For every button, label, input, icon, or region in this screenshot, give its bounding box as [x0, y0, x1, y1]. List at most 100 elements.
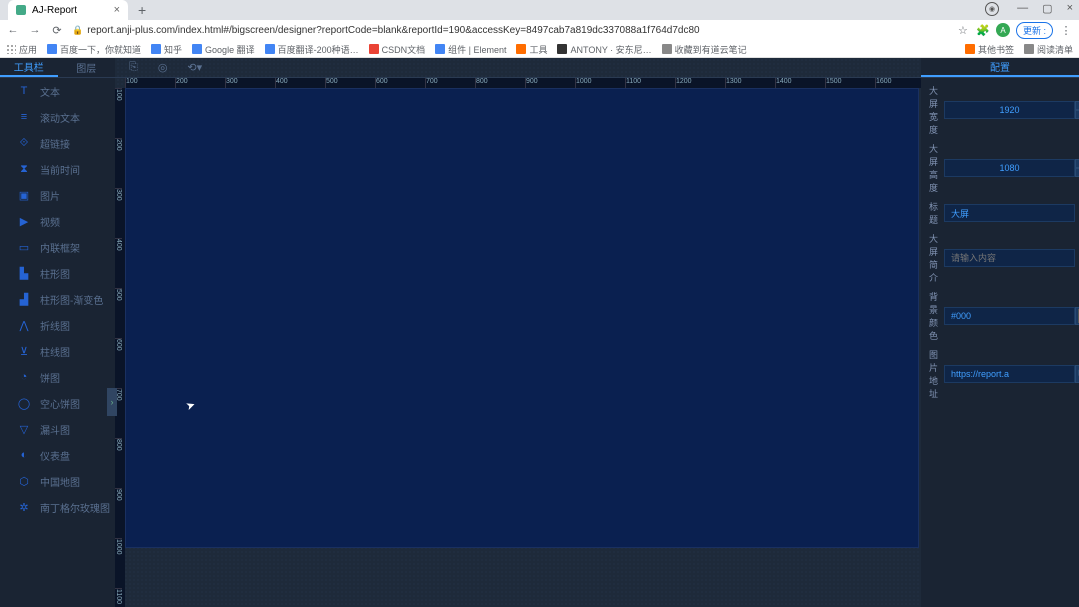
tool-label: 折线图 — [40, 318, 70, 333]
bookmark-item[interactable]: Google 翻译 — [192, 43, 255, 56]
bookmark-item[interactable]: 工具 — [516, 43, 547, 56]
tool-label: 视频 — [40, 214, 60, 229]
center-area: ⎘ ◎ ⟲▾ 100200300400500600700800900100011… — [115, 58, 921, 607]
bookmark-item[interactable]: CSDN文档 — [369, 43, 426, 56]
bookmark-item[interactable]: 其他书签 — [965, 43, 1014, 56]
step-up[interactable]: ▲ — [1075, 101, 1079, 110]
tab-toolbox[interactable]: 工具栏 — [0, 58, 58, 77]
height-input[interactable] — [944, 159, 1075, 177]
prop-label: 背景颜色 — [929, 290, 938, 342]
tool-label: 图片 — [40, 188, 60, 203]
tool-item[interactable]: ◔饼图 — [0, 364, 115, 390]
save-icon[interactable]: ⎘ — [129, 61, 138, 74]
bookmark-item[interactable]: 百度翻译-200种语… — [265, 43, 359, 56]
bookmark-item[interactable]: ANTONY · 安东尼… — [557, 43, 651, 56]
tool-item[interactable]: ⊻柱线图 — [0, 338, 115, 364]
desc-input[interactable] — [944, 249, 1075, 267]
prop-label: 大屏简介 — [929, 232, 938, 284]
title-input[interactable] — [944, 204, 1075, 222]
tool-item[interactable]: ⬡中国地图 — [0, 468, 115, 494]
tool-item[interactable]: ▣图片 — [0, 182, 115, 208]
tab-title: AJ-Report — [32, 5, 77, 16]
tool-item[interactable]: ▙柱形图 — [0, 260, 115, 286]
step-up[interactable]: ▲ — [1075, 159, 1079, 168]
tab-bar: AJ-Report × + — [0, 0, 1079, 20]
color-picker-button[interactable] — [1075, 307, 1079, 325]
tool-label: 漏斗图 — [40, 422, 70, 437]
tool-label: 柱形图 — [40, 266, 70, 281]
tool-item[interactable]: ▭内联框架 — [0, 234, 115, 260]
update-button[interactable]: 更新 : — [1016, 22, 1053, 39]
tab-config[interactable]: 配置 — [921, 58, 1079, 77]
tool-item[interactable]: ≡滚动文本 — [0, 104, 115, 130]
bookmark-item[interactable]: 组件 | Element — [435, 43, 506, 56]
tool-icon: ◯ — [18, 397, 30, 409]
tool-item[interactable]: ▶ 视频 — [0, 208, 115, 234]
prop-label: 大屏宽度 — [929, 84, 938, 136]
tool-icon: ⋀ — [18, 319, 30, 331]
minimize-button[interactable]: — — [1017, 2, 1028, 15]
ruler-horizontal: 1002003004005006007008009001000110012001… — [125, 78, 921, 88]
bookmark-item[interactable]: 收藏到有道云笔记 — [662, 43, 747, 56]
step-down[interactable]: ▼ — [1075, 110, 1079, 119]
reload-button[interactable]: ⟳ — [50, 24, 64, 37]
bookmarks-bar: 应用百度一下，你就知道知乎 Google 翻译百度翻译-200种语… CSDN文档组… — [0, 40, 1079, 58]
star-icon[interactable]: ☆ — [956, 23, 970, 37]
collapse-left-button[interactable]: › — [107, 388, 117, 416]
menu-icon[interactable]: ⋮ — [1059, 23, 1073, 37]
tool-item[interactable]: ◐仪表盘 — [0, 442, 115, 468]
prop-row-title: 标题 — [929, 200, 1071, 226]
tool-label: 南丁格尔玫瑰图 — [40, 500, 110, 515]
forward-button[interactable]: → — [28, 24, 42, 36]
bgcolor-input[interactable] — [944, 307, 1075, 325]
tool-item[interactable]: ⋀ 折线图 — [0, 312, 115, 338]
design-canvas[interactable]: ➤ — [125, 88, 919, 548]
prop-label: 大屏高度 — [929, 142, 938, 194]
url-bar[interactable]: 🔒 report.anji-plus.com/index.html#/bigsc… — [72, 25, 948, 36]
tool-item[interactable]: ⟐超链接 — [0, 130, 115, 156]
file-browse-button[interactable]: 🗁 — [1075, 365, 1079, 383]
extension-icon[interactable]: 🧩 — [976, 23, 990, 37]
close-tab-icon[interactable]: × — [114, 4, 120, 16]
prop-row-width: 大屏宽度▲▼ — [929, 84, 1071, 136]
right-tabs: 配置 — [921, 58, 1079, 78]
back-button[interactable]: ← — [6, 24, 20, 36]
tool-item[interactable]: T文本 — [0, 78, 115, 104]
prop-label: 图片地址 — [929, 348, 938, 400]
avatar-icon[interactable]: A — [996, 23, 1010, 37]
tool-icon: ⬡ — [18, 475, 30, 487]
media-control-icon[interactable]: ◉ — [985, 2, 999, 16]
tool-icon: ⊻ — [18, 345, 30, 357]
prop-row-desc: 大屏简介 — [929, 232, 1071, 284]
tool-icon: ◔ — [18, 371, 30, 383]
bookmark-item[interactable]: 百度一下，你就知道 — [47, 43, 141, 56]
tool-icon: ▽ — [18, 423, 30, 435]
bookmark-icon — [516, 44, 526, 54]
browser-tab[interactable]: AJ-Report × — [8, 0, 128, 20]
prop-label: 标题 — [929, 200, 938, 226]
canvas-toolbar: ⎘ ◎ ⟲▾ — [115, 58, 921, 78]
bookmark-item[interactable]: 知乎 — [151, 43, 182, 56]
preview-icon[interactable]: ◎ — [158, 61, 168, 74]
tool-item[interactable]: ⧗当前时间 — [0, 156, 115, 182]
undo-icon[interactable]: ⟲▾ — [187, 61, 202, 74]
tool-label: 空心饼图 — [40, 396, 80, 411]
favicon-icon — [16, 5, 26, 15]
step-down[interactable]: ▼ — [1075, 168, 1079, 177]
tool-icon: ▟ — [18, 293, 30, 305]
maximize-button[interactable]: ▢ — [1042, 2, 1052, 15]
tool-item[interactable]: ▟柱形图-渐变色 — [0, 286, 115, 312]
bookmark-item[interactable]: 应用 — [6, 43, 37, 56]
tool-icon: ▶ — [18, 215, 30, 227]
close-button[interactable]: × — [1067, 2, 1073, 15]
bookmark-item[interactable]: 阅读清单 — [1024, 43, 1073, 56]
width-input[interactable] — [944, 101, 1075, 119]
tool-label: 仪表盘 — [40, 448, 70, 463]
tool-label: 超链接 — [40, 136, 70, 151]
tool-item[interactable]: ◯ 空心饼图 — [0, 390, 115, 416]
imgurl-input[interactable] — [944, 365, 1075, 383]
new-tab-button[interactable]: + — [128, 2, 156, 18]
tab-layers[interactable]: 图层 — [58, 58, 116, 77]
tool-item[interactable]: ✲南丁格尔玫瑰图 — [0, 494, 115, 520]
tool-item[interactable]: ▽ 漏斗图 — [0, 416, 115, 442]
